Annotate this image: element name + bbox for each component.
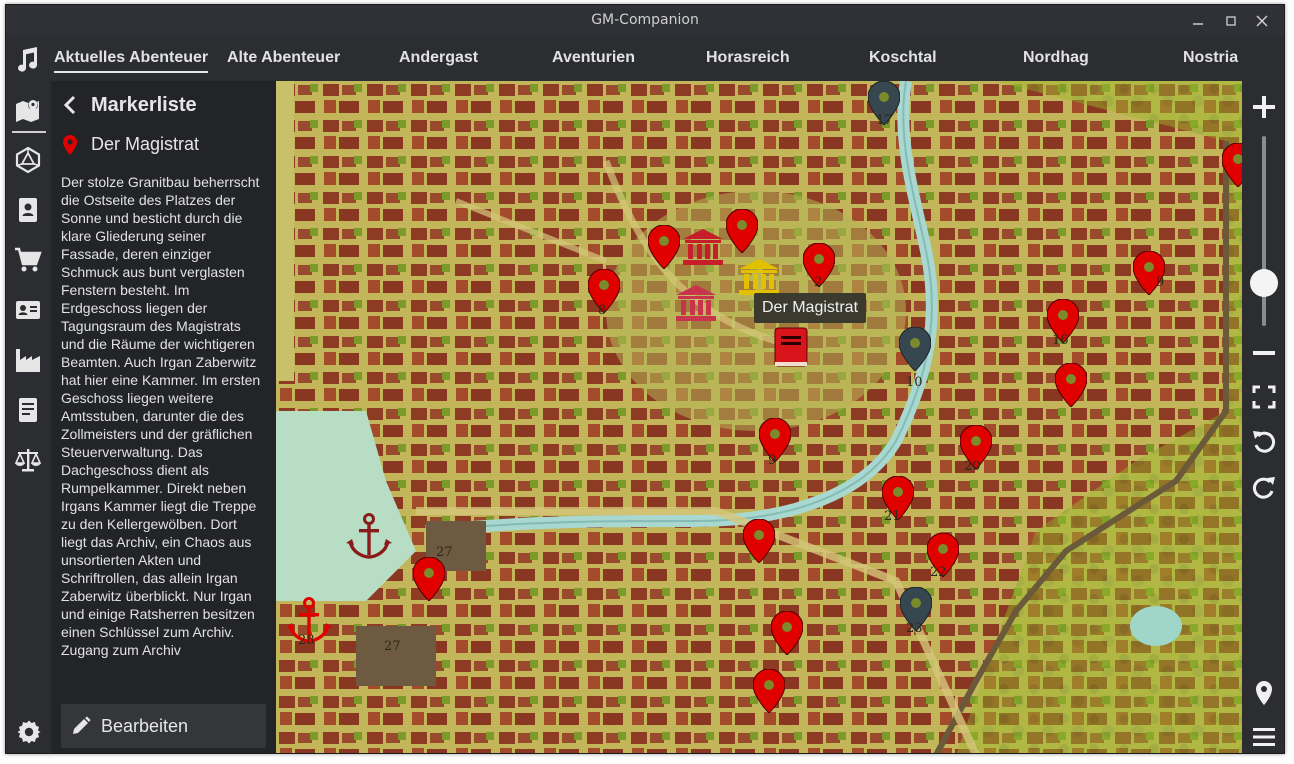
marker-number: 23 [906, 621, 923, 636]
map-marker[interactable] [742, 518, 776, 564]
close-button[interactable] [1252, 11, 1272, 31]
map-icon[interactable] [13, 95, 43, 125]
menu-icon[interactable] [1250, 723, 1278, 751]
tab-nostria[interactable]: Nostria [1183, 49, 1238, 67]
tab-nordhag[interactable]: Nordhag [1023, 49, 1089, 67]
map-marker[interactable] [1221, 142, 1242, 188]
window-title: GM-Companion [591, 12, 699, 28]
marker-description: Der stolze Granitbau beherrscht die Osts… [61, 174, 261, 658]
marker-number: 2 [814, 275, 823, 290]
tab-aktuelles-abenteuer[interactable]: Aktuelles Abenteuer [54, 49, 209, 73]
marker-number: 16 [1052, 333, 1069, 348]
marker-name: Der Magistrat [91, 134, 200, 154]
dice-icon[interactable] [13, 145, 43, 175]
music-icon[interactable] [12, 45, 42, 75]
active-tool-indicator [12, 131, 46, 133]
marker-location-icon[interactable] [1250, 679, 1278, 707]
tool-rail [6, 81, 51, 753]
marker-number: 22 [930, 565, 947, 580]
category-tab-bar: Aktuelles Abenteuer Alte Abenteuer Ander… [6, 37, 1284, 81]
tab-horasreich[interactable]: Horasreich [706, 49, 790, 67]
tab-koschtal[interactable]: Koschtal [869, 49, 937, 67]
marker-tooltip: Der Magistrat [754, 293, 867, 323]
title-bar: GM-Companion [6, 5, 1284, 37]
marker-pin-icon [62, 135, 78, 155]
marker-number: 10 [906, 375, 923, 390]
marker-number: 20 [964, 459, 981, 474]
npc-icon[interactable] [13, 195, 43, 225]
zoom-slider-handle[interactable] [1250, 269, 1278, 297]
rotate-right-icon[interactable] [1250, 473, 1278, 501]
book-icon[interactable] [773, 326, 809, 370]
notes-icon[interactable] [13, 395, 43, 425]
back-arrow-icon[interactable] [61, 95, 81, 115]
industry-icon[interactable] [13, 345, 43, 375]
zoom-in-icon[interactable] [1250, 93, 1278, 121]
pencil-icon [71, 716, 91, 736]
map-marker[interactable] [752, 668, 786, 714]
marker-number: 8 [598, 303, 607, 318]
government-building-icon[interactable] [674, 283, 718, 323]
settings-icon[interactable] [16, 719, 42, 745]
map-marker[interactable] [647, 224, 681, 270]
fit-screen-icon[interactable] [1250, 383, 1278, 411]
app-window: GM-Companion Aktuelles Abenteuer Alte Ab… [5, 4, 1285, 754]
marker-number: 21 [884, 509, 901, 524]
zoom-out-icon[interactable] [1250, 339, 1278, 367]
marker-number: 27 [384, 639, 401, 654]
magistrate-building-icon[interactable] [737, 257, 781, 297]
rotate-left-icon[interactable] [1250, 427, 1278, 455]
tab-andergast[interactable]: Andergast [399, 49, 478, 67]
tab-alte-abenteuer[interactable]: Alte Abenteuer [227, 49, 340, 67]
marker-number: 9 [1156, 275, 1165, 290]
marker-number: 9 [768, 453, 777, 468]
zoom-slider-track[interactable] [1262, 136, 1266, 326]
edit-button-label: Bearbeiten [101, 716, 189, 736]
maximize-button[interactable] [1221, 11, 1241, 31]
scales-icon[interactable] [13, 445, 43, 475]
map-marker[interactable] [1054, 362, 1088, 408]
marker-number: 17 [876, 113, 893, 128]
map-marker[interactable] [770, 610, 804, 656]
map-marker[interactable] [725, 208, 759, 254]
tab-aventurien[interactable]: Aventurien [552, 49, 635, 67]
marker-panel: Markerliste Der Magistrat Der stolze Gra… [51, 81, 276, 753]
anchor-icon[interactable] [344, 513, 394, 561]
map-marker-dark[interactable] [898, 326, 932, 372]
map-view[interactable]: 17 8 2 9 16 10 9 20 21 22 23 27 27 28 De… [276, 81, 1242, 753]
marker-number: 27 [436, 545, 453, 560]
panel-title: Markerliste [91, 94, 197, 116]
edit-button[interactable]: Bearbeiten [61, 704, 266, 748]
contacts-icon[interactable] [13, 295, 43, 325]
marker-number: 28 [298, 633, 315, 648]
government-building-icon[interactable] [681, 227, 725, 267]
shop-icon[interactable] [13, 245, 43, 275]
map-controls [1242, 81, 1284, 753]
minimize-button[interactable] [1188, 11, 1208, 31]
map-marker[interactable] [412, 556, 446, 602]
